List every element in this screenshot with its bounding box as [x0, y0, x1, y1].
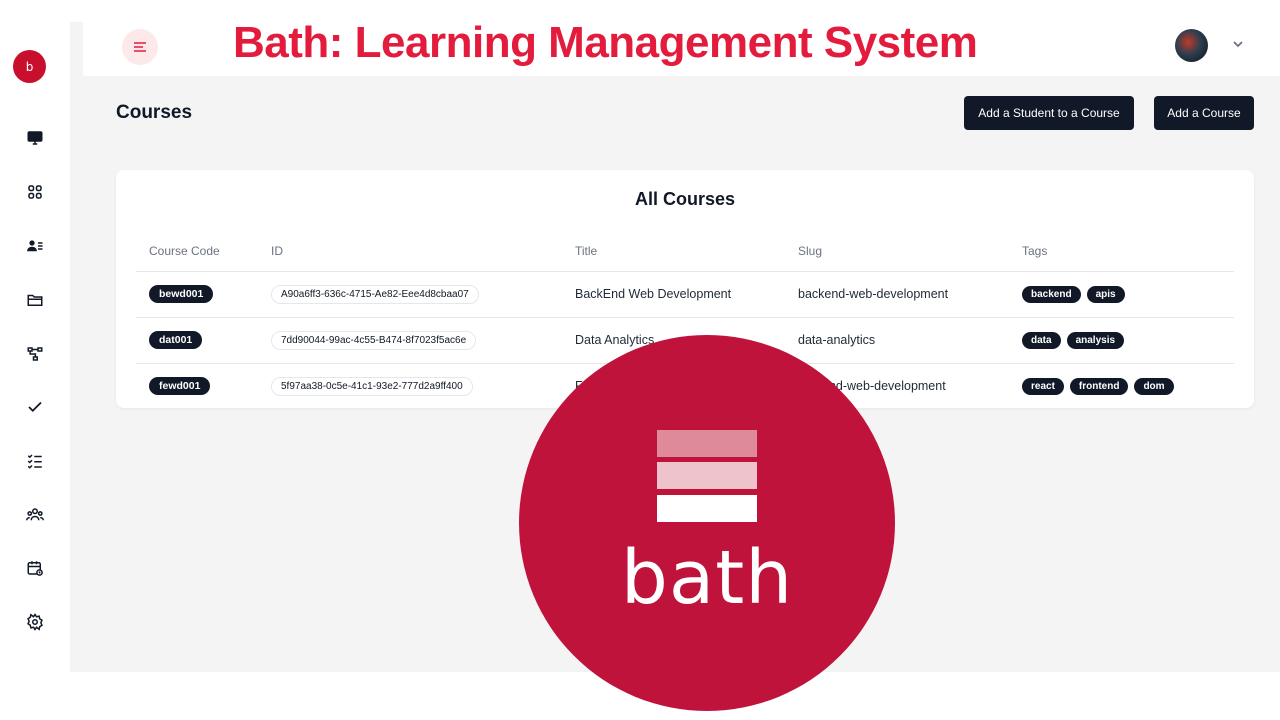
tag-badge: react [1022, 377, 1064, 395]
hierarchy-icon[interactable] [24, 343, 46, 365]
grid-icon[interactable] [24, 181, 46, 203]
course-id-badge: 5f97aa38-0c5e-41c1-93e2-777d2a9ff400 [271, 376, 473, 396]
calendar-icon[interactable] [24, 557, 46, 579]
menu-icon [134, 42, 146, 52]
logo-wordmark: bath [620, 535, 794, 621]
table-row[interactable]: bewd001 A90a6ff3-636c-4715-Ae82-Eee4d8cb… [136, 271, 1234, 318]
course-code-badge: fewd001 [149, 377, 211, 396]
logo-bar-middle [657, 462, 757, 489]
add-student-to-course-button[interactable]: Add a Student to a Course [964, 96, 1134, 130]
sidebar: b [0, 0, 70, 720]
menu-toggle-button[interactable] [122, 29, 158, 65]
checklist-icon[interactable] [24, 450, 46, 472]
course-title: BackEnd Web Development [562, 271, 785, 318]
page-banner-title: Bath: Learning Management System [233, 18, 978, 67]
column-header-id: ID [258, 232, 562, 272]
logo-bar-top [657, 430, 757, 457]
tag-badge: apis [1086, 285, 1125, 303]
course-slug: backend-web-development [785, 271, 1009, 318]
courses-card-title: All Courses [634, 189, 736, 209]
course-slug: data-analytics [785, 317, 1009, 364]
tag-badge: dom [1134, 377, 1174, 395]
course-code-badge: bewd001 [149, 285, 214, 303]
folders-icon[interactable] [24, 289, 46, 311]
brand-avatar[interactable]: b [13, 50, 46, 83]
settings-icon[interactable] [24, 611, 46, 633]
column-header-title: Title [562, 232, 785, 272]
column-header-slug: Slug [785, 232, 1009, 272]
course-id-badge: A90a6ff3-636c-4715-Ae82-Eee4d8cbaa07 [271, 284, 479, 304]
course-id-badge: 7dd90044-99ac-4c55-B474-8f7023f5ac6e [271, 330, 477, 350]
tag-badge: data [1022, 331, 1061, 349]
bath-logo: bath [519, 335, 895, 711]
users-icon[interactable] [24, 504, 46, 526]
chevron-down-icon[interactable] [1230, 36, 1246, 52]
add-course-button[interactable]: Add a Course [1154, 96, 1254, 130]
course-code-badge: dat001 [149, 331, 203, 349]
column-header-course-code: Course Code [136, 232, 258, 272]
user-avatar[interactable] [1175, 29, 1208, 62]
tag-badge: analysis [1066, 331, 1125, 349]
page-title: Courses [116, 102, 193, 123]
user-list-icon[interactable] [24, 235, 46, 257]
tag-badge: frontend [1069, 377, 1129, 395]
check-icon[interactable] [24, 396, 46, 418]
column-header-tags: Tags [1009, 232, 1234, 272]
tag-badge: backend [1022, 285, 1081, 303]
table-header-row: Course Code ID Title Slug Tags [136, 232, 1234, 272]
logo-bar-bottom [657, 495, 757, 522]
monitor-icon[interactable] [24, 127, 46, 149]
